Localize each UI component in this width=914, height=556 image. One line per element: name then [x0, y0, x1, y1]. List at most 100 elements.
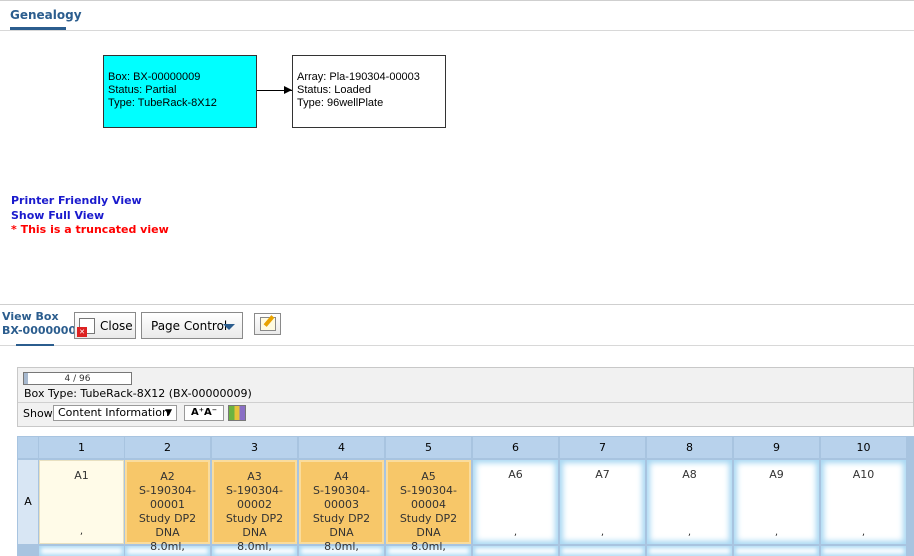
cell-line-l4: DNA [329, 526, 354, 539]
row-header-a: A [18, 460, 38, 544]
cell-footer: , [600, 527, 605, 538]
column-header-6: 6 [473, 437, 558, 458]
toolbar-divider [0, 345, 914, 346]
close-button-label: Close [100, 318, 133, 333]
cell-line-id: A3 [247, 470, 262, 483]
column-header-2: 2 [125, 437, 210, 458]
show-select-value: Content Information [58, 406, 169, 419]
cell-line-id: A8 [682, 468, 697, 481]
column-header-5: 5 [386, 437, 471, 458]
cell-line-l5: 8.0ml, [150, 540, 185, 553]
fill-progress-bar: 4 / 96 [23, 372, 132, 385]
next-row-cell[interactable] [821, 546, 906, 556]
cell-footer: , [774, 527, 779, 538]
cell-line-l3: Study DP2 [312, 512, 371, 525]
next-row-cell[interactable] [473, 546, 558, 556]
column-header-3: 3 [212, 437, 297, 458]
well-cell-a6[interactable]: A6, [473, 460, 558, 544]
array-node[interactable]: Array: Pla-190304-00003 Status: Loaded T… [292, 55, 446, 128]
cell-line-l2: S-190304-00004 [400, 484, 457, 511]
cell-line-id: A9 [769, 468, 784, 481]
progress-text: 4 / 96 [64, 374, 91, 384]
genealogy-header: Genealogy [0, 0, 914, 31]
well-cell-a8[interactable]: A8, [647, 460, 732, 544]
font-size-controls[interactable]: A⁺A⁻ [184, 405, 224, 421]
cell-line-l2: S-190304-00001 [139, 484, 196, 511]
cell-line-l4: DNA [416, 526, 441, 539]
cell-line-l2: S-190304-00002 [226, 484, 283, 511]
column-header-9: 9 [734, 437, 819, 458]
dropdown-arrow-icon: ▼ [165, 408, 172, 418]
well-cell-a4[interactable]: A4 S-190304-00003 Study DP2 DNA 8.0ml, [299, 460, 384, 553]
box-node-type: Type: TubeRack-8X12 [108, 97, 217, 109]
page-control-label: Page Control [151, 318, 228, 333]
cell-line-l3: Study DP2 [399, 512, 458, 525]
truncated-note: * This is a truncated view [11, 223, 169, 236]
page-control-button[interactable]: Page Control [141, 312, 243, 339]
cell-line-id: A10 [852, 468, 875, 481]
box-type-label: Box Type: TubeRack-8X12 (BX-00000009) [24, 387, 252, 400]
box-node-status: Status: Partial [108, 84, 177, 96]
well-cell-a7[interactable]: A7, [560, 460, 645, 544]
box-node-id: Box: BX-00000009 [108, 71, 201, 83]
cell-line-id: A4 [334, 470, 349, 483]
tab-genealogy[interactable]: Genealogy [10, 8, 82, 22]
next-row-cell[interactable] [560, 546, 645, 556]
cell-footer: , [687, 527, 692, 538]
panel-separator [18, 402, 913, 403]
next-row-cell[interactable] [734, 546, 819, 556]
cell-line-l2: S-190304-00003 [313, 484, 370, 511]
box-node[interactable]: Box: BX-00000009 Status: Partial Type: T… [103, 55, 257, 128]
column-header-4: 4 [299, 437, 384, 458]
cell-line-l4: DNA [242, 526, 267, 539]
tab-active-indicator [10, 27, 66, 30]
view-box-title-line2: BX-00000009 [2, 324, 84, 337]
cell-footer: , [79, 526, 84, 537]
cell-footer: , [513, 527, 518, 538]
grid-corner [18, 437, 38, 458]
cell-line-l3: Study DP2 [225, 512, 284, 525]
well-cell-a9[interactable]: A9, [734, 460, 819, 544]
show-label: Show [23, 407, 53, 420]
view-box-active-indicator [16, 344, 54, 346]
column-header-8: 8 [647, 437, 732, 458]
cell-line-l5: 8.0ml, [237, 540, 272, 553]
cell-line-id: A5 [421, 470, 436, 483]
arrow-head-icon [284, 86, 292, 94]
column-header-10: 10 [821, 437, 906, 458]
cell-line-l3: Study DP2 [138, 512, 197, 525]
section-divider [0, 304, 914, 305]
next-row-cell[interactable] [39, 546, 124, 556]
well-cell-a10[interactable]: A10, [821, 460, 906, 544]
well-cell-a3[interactable]: A3 S-190304-00002 Study DP2 DNA 8.0ml, [212, 460, 297, 553]
cell-line-l4: DNA [155, 526, 180, 539]
column-chooser-icon[interactable] [228, 405, 246, 421]
array-node-id: Array: Pla-190304-00003 [297, 71, 420, 83]
chevron-down-icon [223, 324, 235, 330]
view-box-title-line1: View Box [2, 310, 59, 323]
well-cell-a2[interactable]: A2 S-190304-00001 Study DP2 DNA 8.0ml, [125, 460, 210, 553]
cell-line-id: A2 [160, 470, 175, 483]
box-grid: A 1 2 3 4 5 6 7 8 9 10 A1, A2 S-190304-00001 Study DP… [17, 436, 914, 556]
edit-note-icon [259, 317, 276, 331]
well-cell-a5[interactable]: A5 S-190304-00004 Study DP2 DNA 8.0ml, [386, 460, 471, 553]
next-row-cell[interactable] [647, 546, 732, 556]
edit-button[interactable] [254, 313, 281, 335]
printer-friendly-link[interactable]: Printer Friendly View [11, 194, 142, 207]
close-icon [77, 317, 95, 337]
array-node-type: Type: 96wellPlate [297, 97, 384, 109]
cell-line-l5: 8.0ml, [411, 540, 446, 553]
column-header-7: 7 [560, 437, 645, 458]
array-node-status: Status: Loaded [297, 84, 372, 96]
well-cell-a1[interactable]: A1, [39, 460, 124, 544]
cell-line-l5: 8.0ml, [324, 540, 359, 553]
column-header-1: 1 [39, 437, 124, 458]
close-button[interactable]: Close [74, 312, 136, 339]
cell-line-id: A6 [508, 468, 523, 481]
cell-footer: , [861, 527, 866, 538]
view-box-title[interactable]: View Box BX-00000009 [2, 310, 84, 338]
show-select[interactable]: Content Information ▼ [53, 405, 177, 421]
cell-line-id: A7 [595, 468, 610, 481]
show-full-view-link[interactable]: Show Full View [11, 209, 104, 222]
cell-line-id: A1 [74, 469, 89, 482]
